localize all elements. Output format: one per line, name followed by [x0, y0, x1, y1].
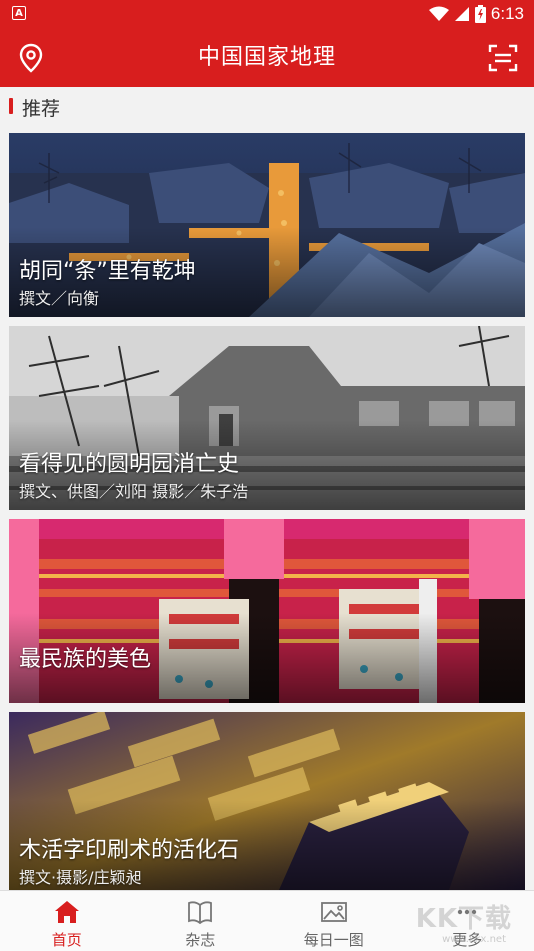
article-card[interactable]: 看得见的圆明园消亡史 撰文、供图／刘阳 摄影／朱子浩 — [9, 326, 525, 510]
article-author: 撰文／向衡 — [19, 285, 99, 309]
section-header: 推荐 — [0, 87, 534, 129]
article-card[interactable]: 最民族的美色 — [9, 519, 525, 703]
battery-icon — [475, 5, 486, 23]
watermark: KK下载 — [416, 898, 512, 935]
status-indicators: 6:13 — [429, 3, 524, 25]
book-icon — [186, 899, 214, 925]
article-title: 最民族的美色 — [19, 641, 151, 673]
scan-button[interactable] — [488, 43, 518, 73]
scan-icon — [488, 43, 518, 73]
watermark-url: www.kkx.net — [442, 934, 506, 945]
section-accent-bar — [9, 98, 13, 114]
nav-label: 首页 — [0, 929, 134, 950]
app-title: 中国国家地理 — [0, 28, 534, 87]
app-bar: 中国国家地理 — [0, 28, 534, 87]
image-icon — [320, 899, 348, 925]
home-icon — [53, 899, 81, 925]
section-title: 推荐 — [22, 94, 60, 121]
location-pin-icon — [17, 43, 45, 73]
article-card[interactable]: 木活字印刷术的活化石 撰文·摄影/庄颖昶 — [9, 712, 525, 890]
notification-icon: A — [12, 6, 26, 20]
nav-home[interactable]: 首页 — [0, 891, 134, 951]
status-bar: A 6:13 — [0, 0, 534, 28]
nav-label: 每日一图 — [267, 929, 401, 950]
article-title: 胡同“条”里有乾坤 — [19, 253, 196, 285]
article-card[interactable]: 胡同“条”里有乾坤 撰文／向衡 — [9, 133, 525, 317]
nav-magazine[interactable]: 杂志 — [134, 891, 268, 951]
article-author: 撰文、供图／刘阳 摄影／朱子浩 — [19, 478, 248, 502]
location-button[interactable] — [17, 43, 45, 73]
nav-daily-photo[interactable]: 每日一图 — [267, 891, 401, 951]
article-title: 看得见的圆明园消亡史 — [19, 446, 239, 478]
status-time: 6:13 — [491, 4, 524, 24]
article-title: 木活字印刷术的活化石 — [19, 832, 239, 864]
article-author: 撰文·摄影/庄颖昶 — [19, 864, 141, 888]
nav-label: 杂志 — [134, 929, 268, 950]
wifi-icon — [429, 6, 449, 22]
signal-icon — [454, 6, 470, 22]
